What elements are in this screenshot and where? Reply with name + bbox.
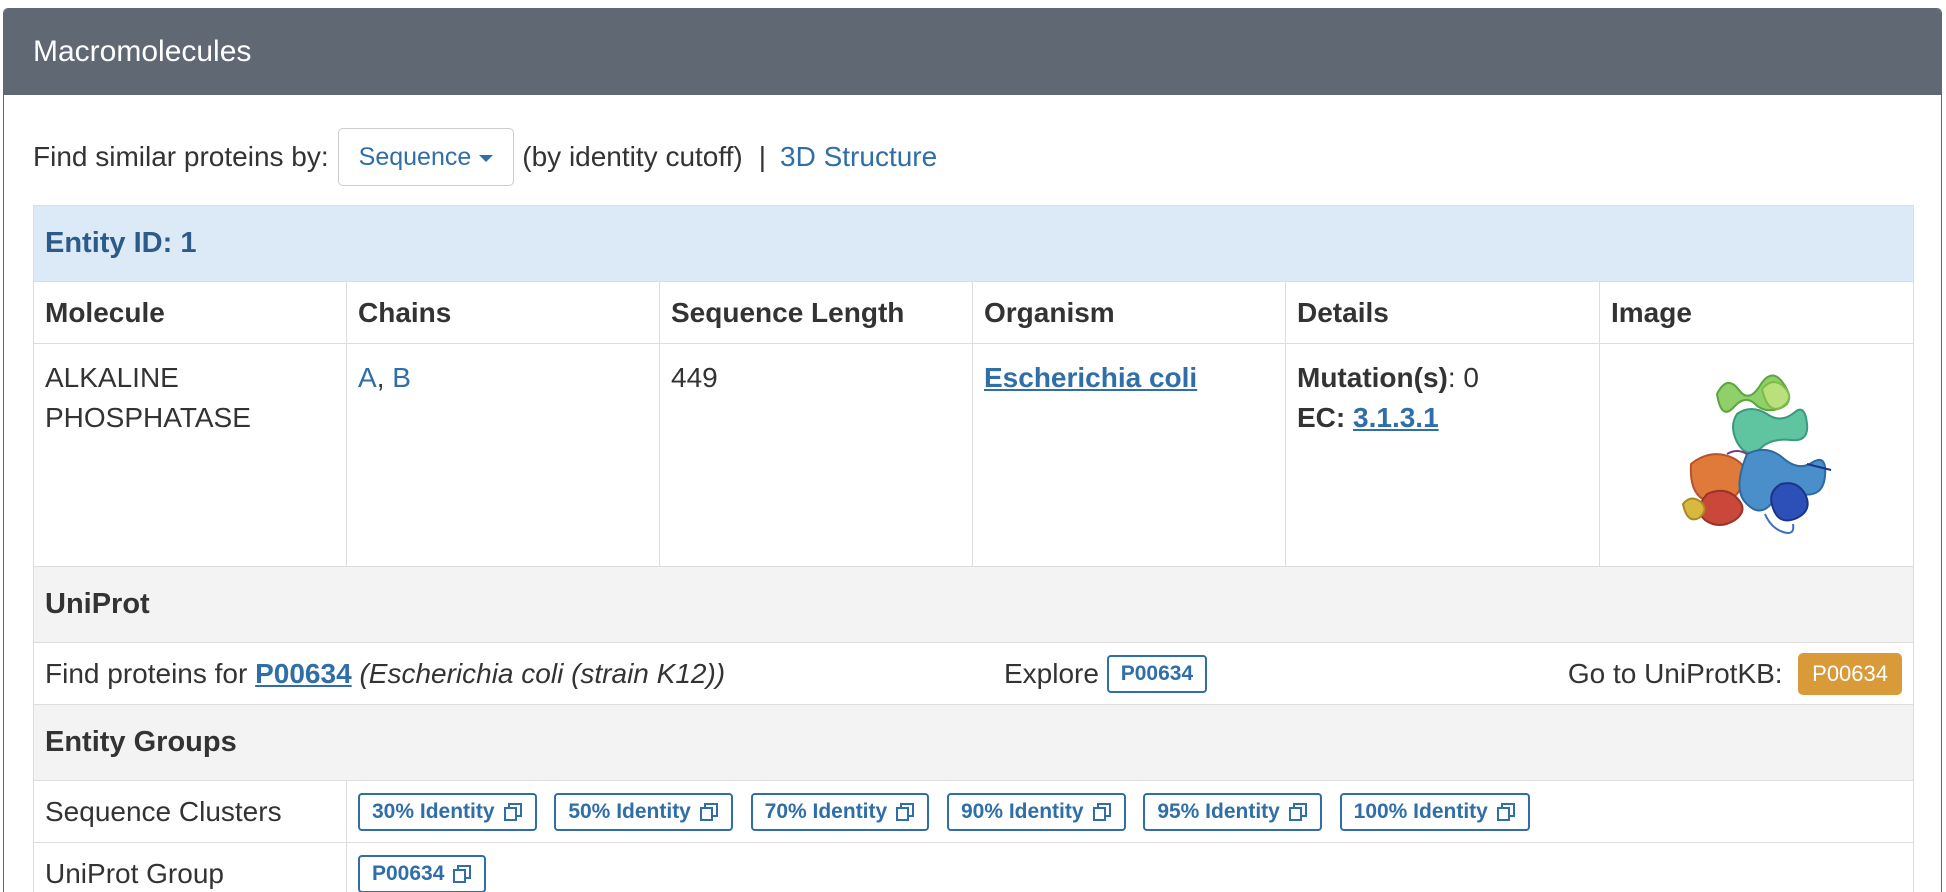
- explore-label: Explore: [1004, 657, 1099, 689]
- goto-uniprotkb-label: Go to UniProtKB:: [1567, 657, 1783, 689]
- protein-structure-image[interactable]: [1677, 364, 1837, 554]
- cluster-30-label: 30% Identity: [372, 799, 495, 823]
- caret-down-icon: [479, 155, 494, 162]
- goto-uniprotkb-button[interactable]: P00634: [1798, 652, 1902, 695]
- cluster-100-label: 100% Identity: [1353, 799, 1488, 823]
- mutation-label: Mutation(s): [1297, 362, 1448, 393]
- uniprot-organism: (Escherichia coli (strain K12)): [359, 657, 726, 689]
- cluster-90-label: 90% Identity: [960, 799, 1084, 823]
- mutation-value: : 0: [1447, 362, 1479, 393]
- panel-title: Macromolecules: [4, 9, 1941, 95]
- 3d-structure-link[interactable]: 3D Structure: [780, 141, 937, 173]
- macromolecules-panel: Macromolecules Find similar proteins by:…: [3, 8, 1942, 892]
- uniprot-row: Find proteins for P00634 (Escherichia co…: [33, 642, 1914, 705]
- entity-groups-title: Entity Groups: [33, 704, 1914, 781]
- details-cell: Mutation(s): 0 EC: 3.1.3.1: [1285, 343, 1600, 567]
- chain-b-link[interactable]: B: [392, 362, 411, 393]
- uniprot-line: Find proteins for P00634 (Escherichia co…: [45, 643, 1902, 704]
- uniprot-group-button[interactable]: P00634: [358, 854, 487, 892]
- find-proteins-text: Find proteins for: [45, 657, 248, 689]
- cluster-90-button[interactable]: 90% Identity: [946, 792, 1126, 831]
- find-similar-label: Find similar proteins by:: [33, 141, 329, 172]
- header-molecule: Molecule: [33, 281, 347, 344]
- sequence-clusters-cell: 30% Identity 50% Identity 70% Identity 9…: [346, 780, 1914, 843]
- explore-group: Explore P00634: [1004, 654, 1217, 693]
- copy-icon: [503, 802, 522, 821]
- entity-table: Entity ID: 1 Molecule Chains Sequence Le…: [33, 205, 1914, 892]
- uniprot-group-label: UniProt Group: [33, 842, 347, 892]
- header-details: Details: [1285, 281, 1600, 344]
- copy-icon: [1288, 802, 1307, 821]
- molecule-name-line2: PHOSPHATASE: [45, 402, 251, 433]
- sequence-clusters-label: Sequence Clusters: [33, 780, 347, 843]
- copy-icon: [1092, 802, 1111, 821]
- uniprot-group-label-text: P00634: [372, 861, 445, 885]
- molecule-name-line1: ALKALINE: [45, 362, 179, 393]
- cluster-95-button[interactable]: 95% Identity: [1143, 792, 1322, 831]
- sequence-dropdown[interactable]: Sequence: [337, 128, 515, 186]
- cutoff-text: (by identity cutoff): [522, 141, 743, 172]
- cluster-30-button[interactable]: 30% Identity: [358, 792, 537, 831]
- chain-a-link[interactable]: A: [358, 362, 377, 393]
- chains-cell: A, B: [346, 343, 660, 567]
- copy-icon: [896, 802, 915, 821]
- cluster-100-button[interactable]: 100% Identity: [1339, 792, 1530, 831]
- goto-uniprotkb-group: Go to UniProtKB: P00634: [1567, 652, 1902, 695]
- header-image: Image: [1599, 281, 1914, 344]
- ec-label: EC:: [1297, 402, 1346, 433]
- entity-id-header: Entity ID: 1: [33, 205, 1914, 282]
- header-sequence-length: Sequence Length: [659, 281, 973, 344]
- cluster-70-label: 70% Identity: [764, 799, 888, 823]
- separator: |: [758, 141, 767, 172]
- uniprot-group-cell: P00634: [346, 842, 1914, 892]
- uniprot-accession-link[interactable]: P00634: [255, 658, 352, 690]
- header-organism: Organism: [972, 281, 1286, 344]
- sequence-length-cell: 449: [659, 343, 973, 567]
- molecule-cell: ALKALINE PHOSPHATASE: [33, 343, 347, 567]
- header-chains: Chains: [346, 281, 660, 344]
- copy-icon: [453, 864, 472, 883]
- cluster-50-button[interactable]: 50% Identity: [554, 792, 733, 831]
- uniprot-section-title: UniProt: [33, 566, 1914, 643]
- cluster-50-label: 50% Identity: [568, 799, 691, 823]
- copy-icon: [1496, 802, 1515, 821]
- find-similar-row: Find similar proteins by: Sequence (by i…: [33, 127, 937, 187]
- chain-separator: ,: [376, 362, 385, 393]
- image-cell: [1599, 343, 1914, 567]
- cluster-95-label: 95% Identity: [1157, 799, 1280, 823]
- organism-link[interactable]: Escherichia coli: [984, 362, 1197, 393]
- organism-cell: Escherichia coli: [972, 343, 1286, 567]
- cluster-70-button[interactable]: 70% Identity: [750, 792, 930, 831]
- ec-link[interactable]: 3.1.3.1: [1353, 402, 1439, 433]
- dropdown-value: Sequence: [358, 142, 472, 171]
- copy-icon: [699, 802, 718, 821]
- explore-button[interactable]: P00634: [1106, 654, 1208, 693]
